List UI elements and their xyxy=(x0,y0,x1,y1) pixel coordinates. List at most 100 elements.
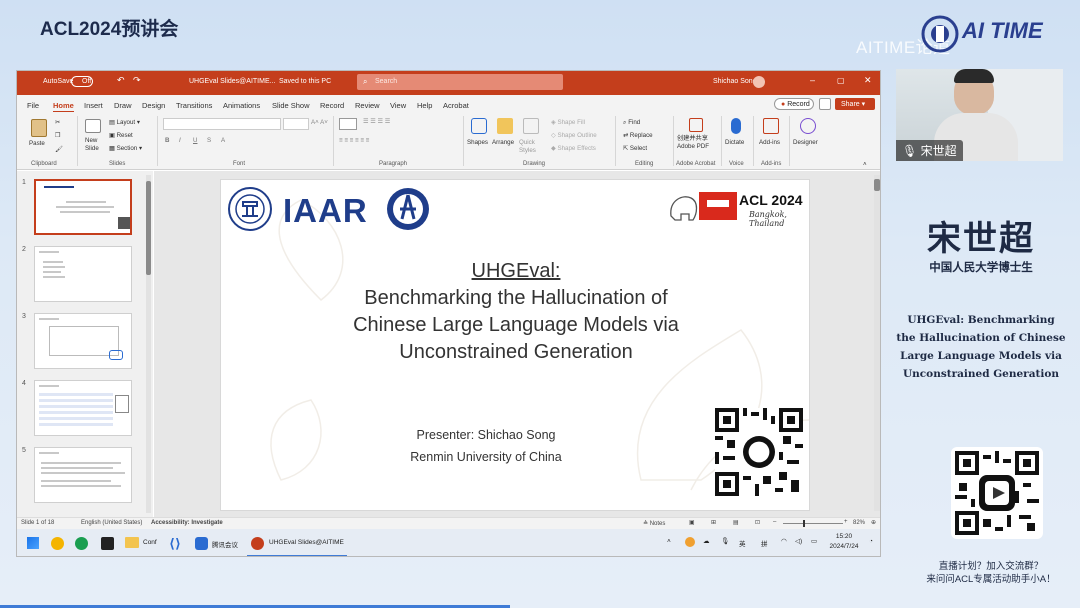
menu-design[interactable]: Design xyxy=(142,101,165,110)
notification-icon[interactable]: ◔ xyxy=(869,538,873,545)
menu-record[interactable]: Record xyxy=(320,101,344,110)
ime-mode[interactable]: 拼 xyxy=(761,538,768,548)
thumbnail-slide-1[interactable] xyxy=(34,179,132,235)
minimize-icon[interactable]: – xyxy=(810,75,815,85)
menu-transitions[interactable]: Transitions xyxy=(176,101,212,110)
clock-date[interactable]: 2024/7/24 xyxy=(823,543,865,550)
language-status[interactable]: English (United States) xyxy=(81,520,142,526)
slide-sorter-icon[interactable]: ⊞ xyxy=(711,519,716,526)
list-icons[interactable]: ☰ ☰ ☰ ☰ xyxy=(363,118,390,125)
undo-icon[interactable]: ↶ xyxy=(117,75,125,86)
vscode-icon[interactable]: ⟨⟩ xyxy=(169,536,181,552)
paste-label[interactable]: Paste xyxy=(29,140,45,147)
thumbnail-slide-5[interactable] xyxy=(34,447,132,503)
normal-view-icon[interactable]: ▣ xyxy=(689,519,695,526)
menu-acrobat[interactable]: Acrobat xyxy=(443,101,469,110)
menu-slide-show[interactable]: Slide Show xyxy=(272,101,310,110)
battery-icon[interactable]: ▭ xyxy=(811,537,817,545)
share-button[interactable]: Share ▾ xyxy=(835,98,875,110)
accessibility-status[interactable]: Accessibility: Investigate xyxy=(151,520,223,526)
zoom-out-icon[interactable]: – xyxy=(773,519,776,525)
arrange-label[interactable]: Arrange xyxy=(492,139,514,146)
menu-review[interactable]: Review xyxy=(355,101,380,110)
powerpoint-task-label[interactable]: UHGEval Slides@AITIME xyxy=(269,539,344,546)
font-size-select[interactable] xyxy=(283,118,309,130)
zoom-in-icon[interactable]: + xyxy=(844,519,848,525)
slide-canvas[interactable]: IAAR ACL 2024 Bangkok, Thailand UHGEval:… xyxy=(220,179,810,511)
menu-home[interactable]: Home xyxy=(53,101,74,112)
folder-icon[interactable] xyxy=(125,537,139,548)
thumbnail-slide-3[interactable] xyxy=(34,313,132,369)
layout-button[interactable]: ▤ Layout ▾ xyxy=(109,119,140,126)
cut-icon[interactable]: ✂ xyxy=(55,119,60,126)
edge-icon[interactable] xyxy=(75,537,88,550)
align-icons[interactable]: ≡ ≡ ≡ ≡ ≡ ≡ xyxy=(339,137,369,144)
quick-styles-label[interactable]: Quick Styles xyxy=(519,139,545,155)
adobe-pdf-icon[interactable] xyxy=(689,118,703,132)
tray-app-icon[interactable] xyxy=(685,537,695,547)
autosave-toggle[interactable]: Off xyxy=(71,76,93,87)
new-slide-label[interactable]: New Slide xyxy=(85,137,107,153)
volume-icon[interactable]: ◁) xyxy=(795,537,802,545)
redo-icon[interactable]: ↷ xyxy=(133,75,141,86)
add-ins-icon[interactable] xyxy=(763,118,779,134)
font-size-icons[interactable]: A˄ A˅ xyxy=(311,119,328,126)
notes-button[interactable]: ≙ Notes xyxy=(643,520,665,527)
copy-icon[interactable]: ❐ xyxy=(55,132,61,139)
strikethrough-icon[interactable]: S xyxy=(207,137,211,144)
microphone-icon[interactable] xyxy=(731,118,741,134)
zoom-slider[interactable] xyxy=(783,523,843,524)
terminal-icon[interactable] xyxy=(101,537,114,550)
shapes-icon[interactable] xyxy=(471,118,487,134)
select-button[interactable]: ⇱ Select xyxy=(623,145,647,152)
thumbnails-scrollbar[interactable] xyxy=(146,175,151,513)
create-pdf-label[interactable]: 创建并共享 Adobe PDF xyxy=(677,135,717,151)
menu-view[interactable]: View xyxy=(390,101,406,110)
dictate-label[interactable]: Dictate xyxy=(725,139,744,146)
tencent-meeting-label[interactable]: 腾讯会议 xyxy=(212,539,238,549)
folder-conf-label[interactable]: Conf xyxy=(143,539,157,546)
cloud-icon[interactable]: ☁ xyxy=(703,537,710,545)
record-button[interactable]: ● Record xyxy=(774,98,814,110)
shapes-label[interactable]: Shapes xyxy=(467,139,488,146)
collapse-ribbon-icon[interactable]: ˄ xyxy=(863,161,867,168)
close-icon[interactable]: ✕ xyxy=(864,75,872,86)
designer-icon[interactable] xyxy=(800,118,816,134)
add-ins-label[interactable]: Add-ins xyxy=(759,139,780,146)
user-name[interactable]: Shichao Song xyxy=(713,78,757,85)
mic-tray-icon[interactable]: 🎙 xyxy=(721,537,729,545)
slideshow-view-icon[interactable]: ⊡ xyxy=(755,519,760,526)
avatar[interactable] xyxy=(753,76,765,88)
menu-animations[interactable]: Animations xyxy=(223,101,260,110)
zoom-slider-handle[interactable] xyxy=(803,520,805,527)
format-painter-icon[interactable]: 🖌 xyxy=(55,145,63,153)
slide-title[interactable]: UHGEval: xyxy=(221,260,809,283)
app-icon[interactable] xyxy=(51,537,64,550)
shape-effects-button[interactable]: ◆ Shape Effects xyxy=(551,145,596,152)
shape-outline-button[interactable]: ◇ Shape Outline xyxy=(551,132,597,139)
clock-time[interactable]: 15:20 xyxy=(827,533,861,540)
paste-icon[interactable] xyxy=(31,119,47,137)
arrange-icon[interactable] xyxy=(497,118,513,134)
search-input[interactable]: ⌕ Search xyxy=(357,74,563,90)
section-button[interactable]: ▦ Section ▾ xyxy=(109,145,142,152)
comments-icon[interactable] xyxy=(819,98,831,110)
bold-icon[interactable]: B xyxy=(165,137,169,144)
tray-chevron-icon[interactable]: ˄ xyxy=(667,538,671,545)
replace-button[interactable]: ⇄ Replace xyxy=(623,132,653,139)
designer-label[interactable]: Designer xyxy=(793,139,818,146)
font-name-select[interactable] xyxy=(163,118,281,130)
menu-draw[interactable]: Draw xyxy=(114,101,132,110)
slide-scrollbar[interactable] xyxy=(874,175,880,511)
menu-help[interactable]: Help xyxy=(417,101,432,110)
zoom-level[interactable]: 82% xyxy=(853,520,865,526)
reading-view-icon[interactable]: ▤ xyxy=(733,519,739,526)
bullets-icon[interactable] xyxy=(339,118,357,130)
thumbnail-slide-4[interactable] xyxy=(34,380,132,436)
quick-styles-icon[interactable] xyxy=(523,118,539,134)
start-icon[interactable] xyxy=(27,537,39,549)
fit-slide-icon[interactable]: ⊕ xyxy=(871,519,876,526)
font-color-icon[interactable]: A xyxy=(221,137,225,144)
wifi-icon[interactable]: ◠ xyxy=(781,537,787,545)
underline-icon[interactable]: U xyxy=(193,137,197,144)
